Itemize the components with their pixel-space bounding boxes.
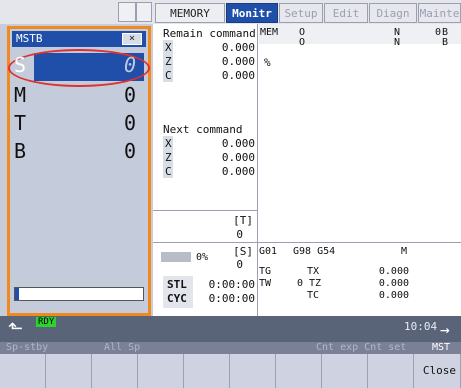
remain-c-value: 0.000 [221,69,255,82]
m-code: M [401,246,408,257]
tc-value: 0.000 [378,290,409,301]
next-command-title: Next command [163,123,243,136]
status-bar: ⬑ RDY 10:04 → [0,316,461,342]
g-code-2: G98 G54 [293,246,336,257]
softkey-9[interactable] [368,354,414,388]
next-c-label: C [165,165,172,178]
mstb-panel: MSTB × S 0 M 0 T 0 B 0 [7,26,151,316]
return-arrow-icon[interactable]: ⬑ [8,320,34,338]
tc-label: TC [307,290,320,301]
program-header [259,24,461,44]
mstb-progress-fill [15,288,19,300]
softkey-8[interactable] [322,354,368,388]
tab-blank-2 [136,2,152,22]
close-softkey[interactable]: Close [414,354,461,388]
b-value: 0 [123,139,136,163]
s-value: 0 [123,53,136,77]
s-code-label: [S] [233,245,253,258]
tx-value: 0.000 [378,266,409,277]
divider [153,210,257,211]
tg-label: TG [259,266,272,277]
mem-label: MEM [260,27,279,38]
divider [153,242,461,243]
t-label: T [14,111,27,135]
clock: 10:04 [404,320,438,333]
tab-setup[interactable]: Setup [279,3,323,23]
remain-z-value: 0.000 [221,55,255,68]
softkey-mst[interactable]: MST [432,342,450,353]
b-label: B [14,139,27,163]
t-code-value: 0 [236,228,243,241]
m-label: M [14,83,27,107]
tab-blank-1 [118,2,136,22]
remain-x-value: 0.000 [221,41,255,54]
softkey-1[interactable] [0,354,46,388]
g-code-1: G01 [259,246,278,257]
close-button[interactable]: × [122,33,142,45]
next-z-value: 0.000 [221,151,255,164]
next-x-value: 0.000 [221,137,255,150]
divider [257,24,258,316]
t-code-label: [T] [233,214,253,227]
cyc-label: CYC [167,292,187,305]
tz-value: 0.000 [378,278,409,289]
n-label-2: N [394,37,401,48]
softkey-label-row: Sp-stby All Sp Cnt exp Cnt set MST [0,342,461,354]
softkey-3[interactable] [92,354,138,388]
mstb-progress-bar [14,287,144,301]
tx-label: TX [307,266,320,277]
spindle-load-percent: 0% [196,252,209,263]
softkey-5[interactable] [184,354,230,388]
remain-c-label: C [165,69,172,82]
next-z-label: Z [165,151,172,164]
tab-mainte[interactable]: Mainte [418,3,461,23]
cyc-time: 0:00:00 [208,292,255,305]
b-label-2: B [442,37,449,48]
monitor-main: Remain command X 0.000 Z 0.000 C 0.000 N… [153,24,461,316]
softkey-4[interactable] [138,354,184,388]
softkey-all-sp[interactable]: All Sp [104,342,140,353]
tz-label: 0 TZ [297,278,322,289]
tw-label: TW [259,278,272,289]
o-label-2: O [299,37,306,48]
remain-z-label: Z [165,55,172,68]
b-value-1: 0 [435,27,442,38]
tab-edit[interactable]: Edit [324,3,368,23]
spindle-load-bar [161,252,191,262]
s-label: S [14,53,27,77]
top-tab-strip: MEMORY Monitr Setup Edit Diagn Mainte [0,0,461,24]
next-x-label: X [165,137,172,150]
rdy-indicator: RDY [36,317,57,327]
t-value: 0 [123,111,136,135]
next-c-value: 0.000 [221,165,255,178]
mstb-title-bar: MSTB × [12,31,146,47]
softkey-cnt[interactable]: Cnt exp Cnt set [316,342,406,353]
mstb-title: MSTB [16,32,43,45]
tab-memory[interactable]: MEMORY [155,3,225,23]
stl-time: 0:00:00 [208,278,255,291]
s-code-value: 0 [236,258,243,271]
softkey-2[interactable] [46,354,92,388]
stl-label: STL [167,278,187,291]
tab-diagn[interactable]: Diagn [369,3,417,23]
program-percent: % [264,56,271,69]
softkey-bar: Close [0,354,461,388]
softkey-7[interactable] [276,354,322,388]
softkey-6[interactable] [230,354,276,388]
softkey-sp-stby[interactable]: Sp-stby [6,342,48,353]
tab-monitor[interactable]: Monitr [226,3,278,23]
m-value: 0 [123,83,136,107]
remain-command-title: Remain command [163,27,256,40]
next-page-arrow-icon[interactable]: → [440,320,450,339]
remain-x-label: X [165,41,172,54]
